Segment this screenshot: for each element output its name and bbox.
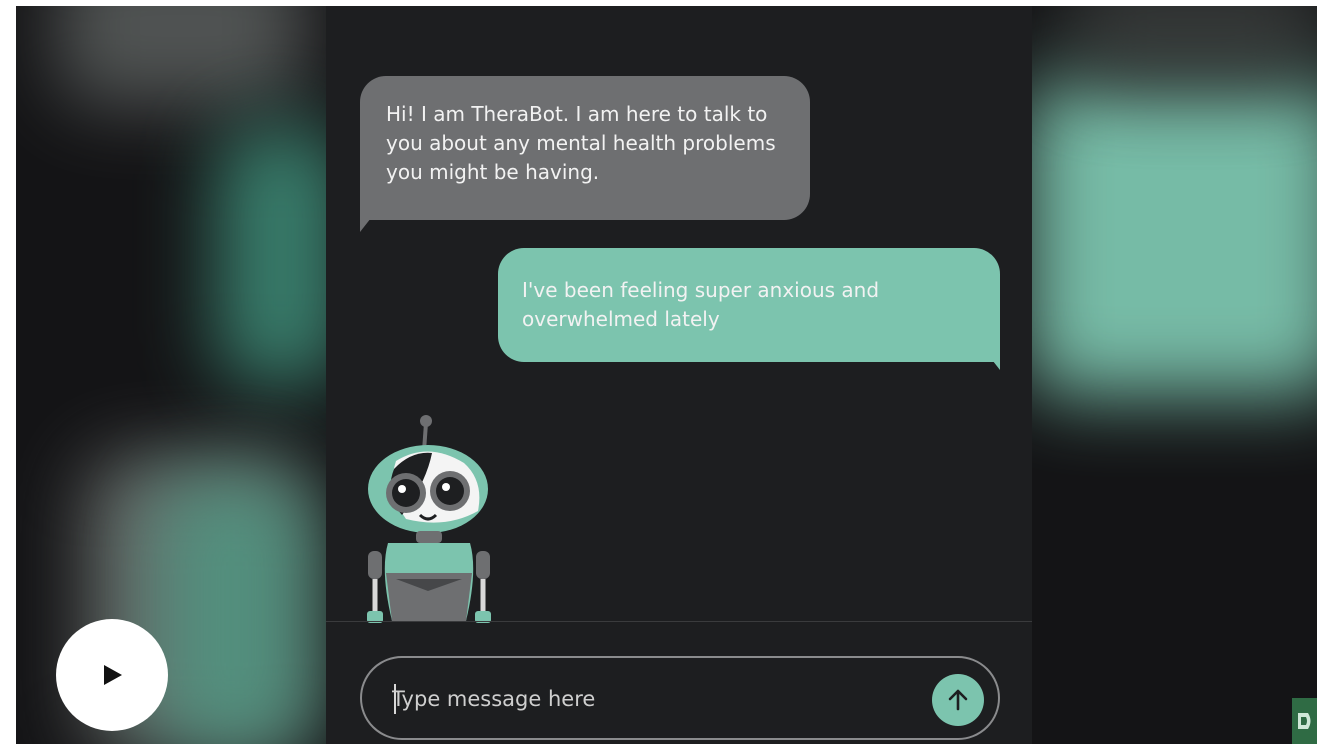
play-icon — [104, 665, 122, 685]
leaf-logo-icon — [1292, 698, 1317, 744]
message-input[interactable] — [390, 678, 914, 720]
blurred-backdrop — [156, 476, 316, 744]
blurred-backdrop — [56, 6, 306, 106]
arrow-up-icon — [948, 689, 968, 711]
send-button[interactable] — [932, 674, 984, 726]
message-composer — [360, 656, 1000, 740]
bot-message-bubble: Hi! I am TheraBot. I am here to talk to … — [360, 76, 810, 220]
chat-screen: Hi! I am TheraBot. I am here to talk to … — [326, 6, 1032, 744]
play-button[interactable] — [56, 619, 168, 731]
user-bubble-tail — [978, 342, 1000, 370]
composer-divider — [326, 621, 1032, 622]
video-frame: Hi! I am TheraBot. I am here to talk to … — [16, 6, 1317, 744]
blurred-backdrop — [1066, 6, 1317, 86]
blurred-backdrop — [1026, 76, 1317, 396]
user-message-bubble: I've been feeling super anxious and over… — [498, 248, 1000, 362]
bot-bubble-tail — [360, 204, 382, 232]
therabot-robot-icon — [367, 415, 491, 623]
